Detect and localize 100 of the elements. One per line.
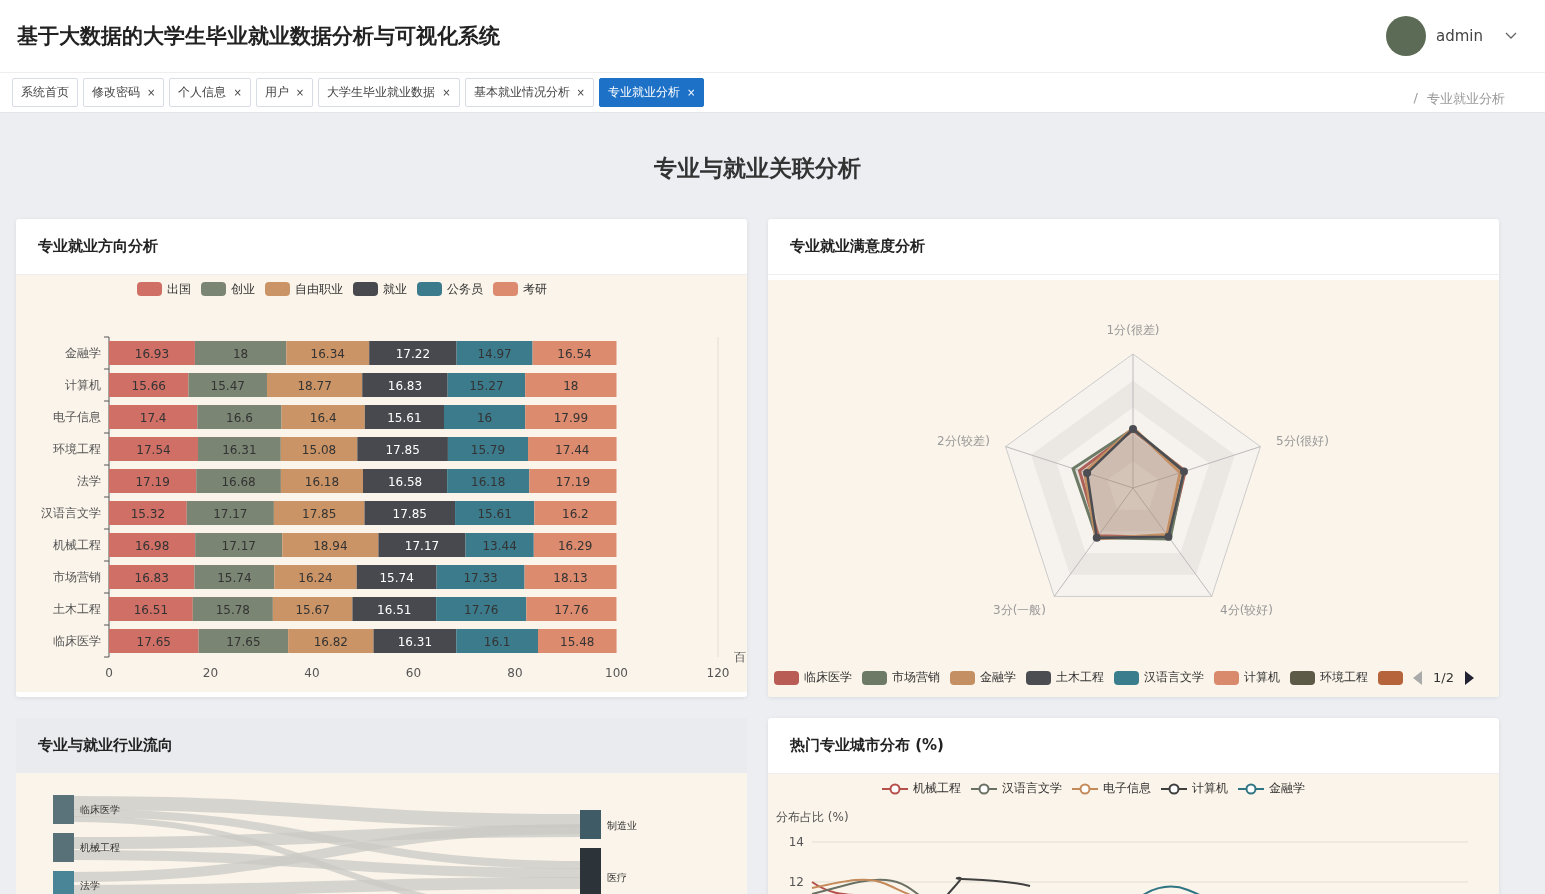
breadcrumb-item: 专业就业分析 [1427,89,1505,108]
axis-label: 电子信息 [53,410,101,424]
axis-label: 法学 [77,474,101,488]
legend-item[interactable]: 就业 [352,280,407,298]
legend-item[interactable]: 临床医学 [774,669,852,686]
legend-item[interactable]: 考研 [492,280,547,298]
data-label: 17.17 [221,539,256,553]
data-label: 16.83 [134,571,169,585]
data-label: 16.18 [304,475,340,489]
data-label: 16 [476,411,493,425]
legend-item[interactable]: 市场营销 [862,669,940,686]
indicator-label: 2分(较差) [937,434,990,448]
data-label: 18.77 [297,379,332,393]
legend-swatch[interactable] [1378,670,1403,685]
card-title: 热门专业城市分布 (%) [790,736,944,755]
data-label: 13.44 [482,539,517,553]
tick-label: 120 [706,666,730,680]
legend-item[interactable]: 环境工程 [1290,669,1368,686]
node-label: 制造业 [607,820,637,831]
data-label: 15.61 [477,507,512,521]
data-label: 16.68 [221,475,256,489]
data-label: 16.4 [309,411,337,425]
data-label: 14.97 [477,347,512,361]
tick-label: 60 [405,666,422,680]
data-label: 16.82 [313,635,348,649]
data-label: 16.34 [310,347,345,361]
data-label: 15.74 [379,571,414,585]
tick-label: 40 [304,666,320,680]
data-label: 17.44 [555,443,590,457]
data-label: 16.51 [133,603,169,617]
legend-item[interactable]: 汉语言文学 [1114,669,1204,686]
data-label: 17.17 [213,507,248,521]
data-label: 15.67 [295,603,330,617]
data-label: 17.19 [135,475,170,489]
radar-point [1180,467,1188,476]
radar-point [1083,469,1092,478]
legend-item[interactable]: 机械工程 [882,780,961,797]
data-label: 17.17 [404,539,440,553]
tick-label: 80 [507,666,523,680]
tab[interactable]: 用户 × [255,78,314,107]
legend-item[interactable]: 计算机 [1161,780,1228,797]
axis-label: 土木工程 [53,602,101,616]
legend-item[interactable]: 金融学 [1238,780,1305,797]
data-label: 15.27 [469,379,504,393]
data-label: 17.76 [464,603,499,617]
data-label: 17.65 [136,635,171,649]
legend-item[interactable]: 创业 [200,280,255,298]
data-label: 16.18 [471,475,506,489]
data-label: 16.83 [387,379,423,393]
chevron-down-icon[interactable] [1505,32,1517,40]
indicator-label: 5分(很好) [1276,434,1329,448]
data-label: 15.47 [210,379,245,393]
data-label: 15.08 [301,443,337,457]
legend-item[interactable]: 土木工程 [1026,669,1104,686]
tab[interactable]: 专业就业分析 × [598,78,705,107]
tab[interactable]: 修改密码 × [83,78,165,107]
axis-label: 机械工程 [53,538,101,552]
tick-label: 20 [202,666,219,680]
data-label: 17.99 [553,411,589,425]
axis-label: 计算机 [65,378,101,392]
tab[interactable]: 个人信息 × [169,78,251,107]
app-title: 基于大数据的大学生毕业就业数据分析与可视化系统 [17,23,500,50]
axis-title: 分布占比 (%) [775,809,850,826]
next-page-icon[interactable] [1463,670,1474,685]
card-title: 专业与就业行业流向 [38,736,173,755]
tick-label: 12 [788,875,804,889]
data-label: 17.33 [463,571,498,585]
data-label: 15.48 [560,635,595,649]
data-label: 18.13 [553,571,588,585]
node-label: 法学 [80,880,100,891]
legend-item[interactable]: 计算机 [1214,669,1280,686]
legend-item[interactable]: 公务员 [416,280,483,298]
data-label: 17.19 [555,475,591,489]
axis-title: 百 [734,650,746,664]
data-label: 15.66 [131,379,166,393]
tab[interactable]: 系统首页 [12,78,78,107]
page-title: 专业与就业关联分析 [653,154,862,183]
axis-label: 汉语言文学 [41,506,101,520]
radar-point [1092,533,1101,542]
legend-item[interactable]: 电子信息 [1072,780,1151,797]
data-label: 16.54 [557,347,592,361]
tick-label: 0 [105,666,113,680]
tab[interactable]: 大学生毕业就业数据 × [318,78,460,107]
legend-item[interactable]: 金融学 [950,669,1016,686]
page-indicator: 1/2 [1433,670,1454,685]
tab[interactable]: 基本就业情况分析 × [464,78,594,107]
legend-item[interactable]: 自由职业 [264,280,343,298]
data-label: 16.6 [226,411,253,425]
data-label: 15.32 [130,507,166,521]
data-label: 16.93 [134,347,170,361]
data-label: 18 [563,379,579,393]
avatar[interactable] [1386,16,1426,56]
data-label: 17.85 [302,507,337,521]
card-title: 专业就业满意度分析 [790,237,925,256]
indicator-label: 4分(较好) [1220,603,1273,617]
data-label: 17.22 [395,347,431,361]
user-name[interactable]: admin [1436,27,1483,45]
legend-item[interactable]: 汉语言文学 [971,780,1062,797]
data-label: 15.79 [470,443,506,457]
legend-item[interactable]: 出国 [136,280,191,298]
